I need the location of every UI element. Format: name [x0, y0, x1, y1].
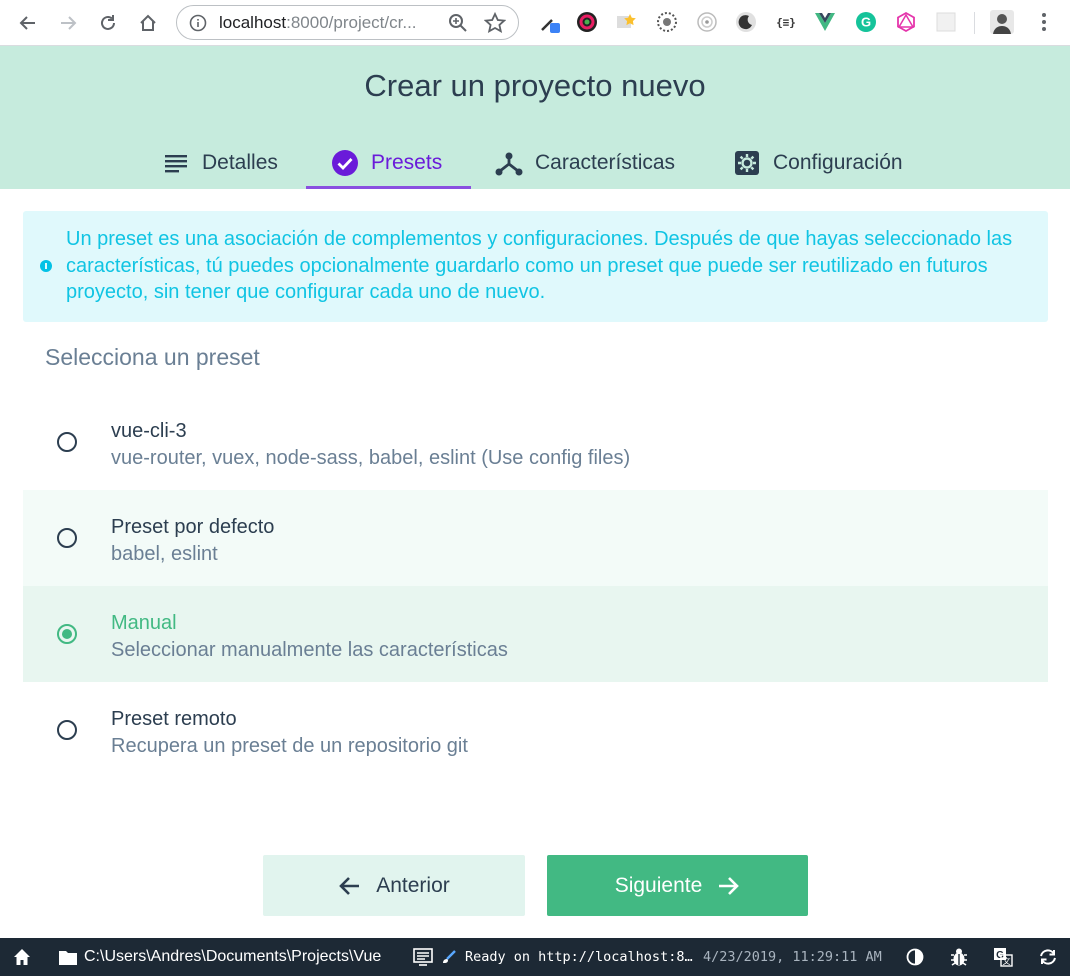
folder-path[interactable]: C:\Users\Andres\Documents\Projects\Vue	[58, 938, 381, 976]
arrow-left-icon	[19, 16, 35, 30]
reload-button[interactable]	[88, 3, 128, 43]
preset-option-remote[interactable]: Preset remoto Recupera un preset de un r…	[23, 682, 1048, 778]
preset-name: Preset remoto	[111, 708, 237, 730]
graphql-extension-icon[interactable]	[894, 10, 918, 34]
arrow-right-icon	[61, 16, 77, 30]
console-log-text: Ready on http://localhost:8…	[465, 949, 693, 965]
zoom-icon[interactable]	[448, 13, 468, 38]
preset-name: vue-cli-3	[111, 420, 187, 442]
fork-icon	[495, 149, 523, 177]
preset-description: vue-router, vuex, node-sass, babel, esli…	[111, 447, 631, 469]
eyedropper-extension-icon[interactable]	[538, 10, 562, 34]
browser-toolbar: localhost:8000/project/cr... {≡} G	[0, 0, 1070, 46]
home-button[interactable]	[128, 3, 168, 43]
arrow-right-icon	[716, 874, 740, 898]
preset-name: Preset por defecto	[111, 516, 275, 538]
page-header: Crear un proyecto nuevo Detalles Presets…	[0, 46, 1070, 189]
refresh-icon[interactable]	[1038, 938, 1058, 976]
tab-caracteristicas[interactable]: Características	[495, 136, 675, 189]
bookmark-star-icon[interactable]	[483, 11, 507, 39]
radio-button[interactable]	[57, 432, 77, 452]
active-tab-indicator	[306, 186, 471, 189]
tab-label: Presets	[371, 150, 443, 174]
status-bar: C:\Users\Andres\Documents\Projects\Vue R…	[0, 938, 1070, 976]
reload-icon	[101, 15, 115, 30]
translate-icon[interactable]: G文	[993, 938, 1013, 976]
brush-icon	[443, 950, 456, 963]
info-message: Un preset es una asociación de complemen…	[23, 211, 1048, 322]
console-log[interactable]: Ready on http://localhost:8…	[413, 938, 693, 976]
json-extension-icon[interactable]: {≡}	[774, 10, 798, 34]
tab-label: Configuración	[773, 150, 903, 174]
preset-option-vue-cli-3[interactable]: vue-cli-3 vue-router, vuex, node-sass, b…	[23, 394, 1048, 490]
next-button[interactable]: Siguiente	[547, 855, 808, 916]
info-icon[interactable]	[189, 14, 207, 32]
wizard-tabs: Detalles Presets Características Configu…	[0, 136, 1070, 189]
tab-label: Características	[535, 150, 676, 174]
gear-icon	[733, 149, 761, 177]
menu-dots-icon[interactable]	[1032, 10, 1056, 34]
contrast-toggle-icon[interactable]	[906, 938, 924, 976]
preset-name: Manual	[111, 612, 177, 634]
previous-button-label: Anterior	[376, 873, 450, 897]
dark-mode-extension-icon[interactable]	[734, 10, 758, 34]
preset-option-manual[interactable]: Manual Seleccionar manualmente las carac…	[23, 586, 1048, 682]
list-icon	[162, 149, 190, 177]
home-icon	[140, 14, 156, 31]
blank-extension-icon[interactable]	[934, 10, 958, 34]
page-title: Crear un proyecto nuevo	[364, 68, 706, 103]
profile-avatar[interactable]	[990, 10, 1014, 34]
radio-button[interactable]	[57, 720, 77, 740]
tab-configuracion[interactable]: Configuración	[733, 136, 903, 189]
svg-text:文: 文	[1003, 956, 1011, 966]
vue-devtools-icon[interactable]	[813, 10, 837, 34]
tab-label: Detalles	[202, 150, 278, 174]
pattern-extension-icon[interactable]	[655, 10, 679, 34]
console-icon	[413, 948, 433, 966]
preset-description: Recupera un preset de un repositorio git	[111, 735, 468, 757]
url-text: localhost:8000/project/cr...	[219, 12, 417, 32]
note-star-extension-icon[interactable]	[614, 10, 638, 34]
arrow-left-icon	[338, 874, 362, 898]
address-bar[interactable]: localhost:8000/project/cr...	[176, 5, 519, 40]
grammarly-icon[interactable]: G	[854, 10, 878, 34]
forward-button[interactable]	[48, 3, 88, 43]
toolbar-divider	[974, 12, 975, 34]
previous-button[interactable]: Anterior	[263, 855, 525, 916]
color-wheel-extension-icon[interactable]	[575, 10, 599, 34]
target-extension-icon[interactable]	[695, 10, 719, 34]
info-text: Un preset es una asociación de complemen…	[66, 228, 1013, 303]
svg-text:G: G	[861, 15, 871, 30]
next-button-label: Siguiente	[614, 873, 703, 897]
folder-icon	[59, 951, 77, 965]
back-button[interactable]	[8, 3, 48, 43]
tab-presets[interactable]: Presets	[331, 136, 442, 189]
folder-path-text: C:\Users\Andres\Documents\Projects\Vue	[84, 948, 382, 965]
home-button[interactable]	[12, 938, 32, 976]
preset-option-default[interactable]: Preset por defecto babel, eslint	[23, 490, 1048, 586]
radio-button-selected[interactable]	[57, 624, 77, 644]
radio-button[interactable]	[57, 528, 77, 548]
log-timestamp: 4/23/2019, 11:29:11 AM	[703, 949, 882, 965]
preset-description: babel, eslint	[111, 543, 218, 565]
info-circle-icon	[40, 260, 52, 272]
bug-icon[interactable]	[950, 938, 968, 976]
section-title: Selecciona un preset	[45, 344, 260, 370]
check-circle-icon	[331, 149, 359, 177]
tab-detalles[interactable]: Detalles	[162, 136, 278, 189]
preset-description: Seleccionar manualmente las característi…	[111, 639, 508, 661]
home-icon	[14, 949, 30, 965]
